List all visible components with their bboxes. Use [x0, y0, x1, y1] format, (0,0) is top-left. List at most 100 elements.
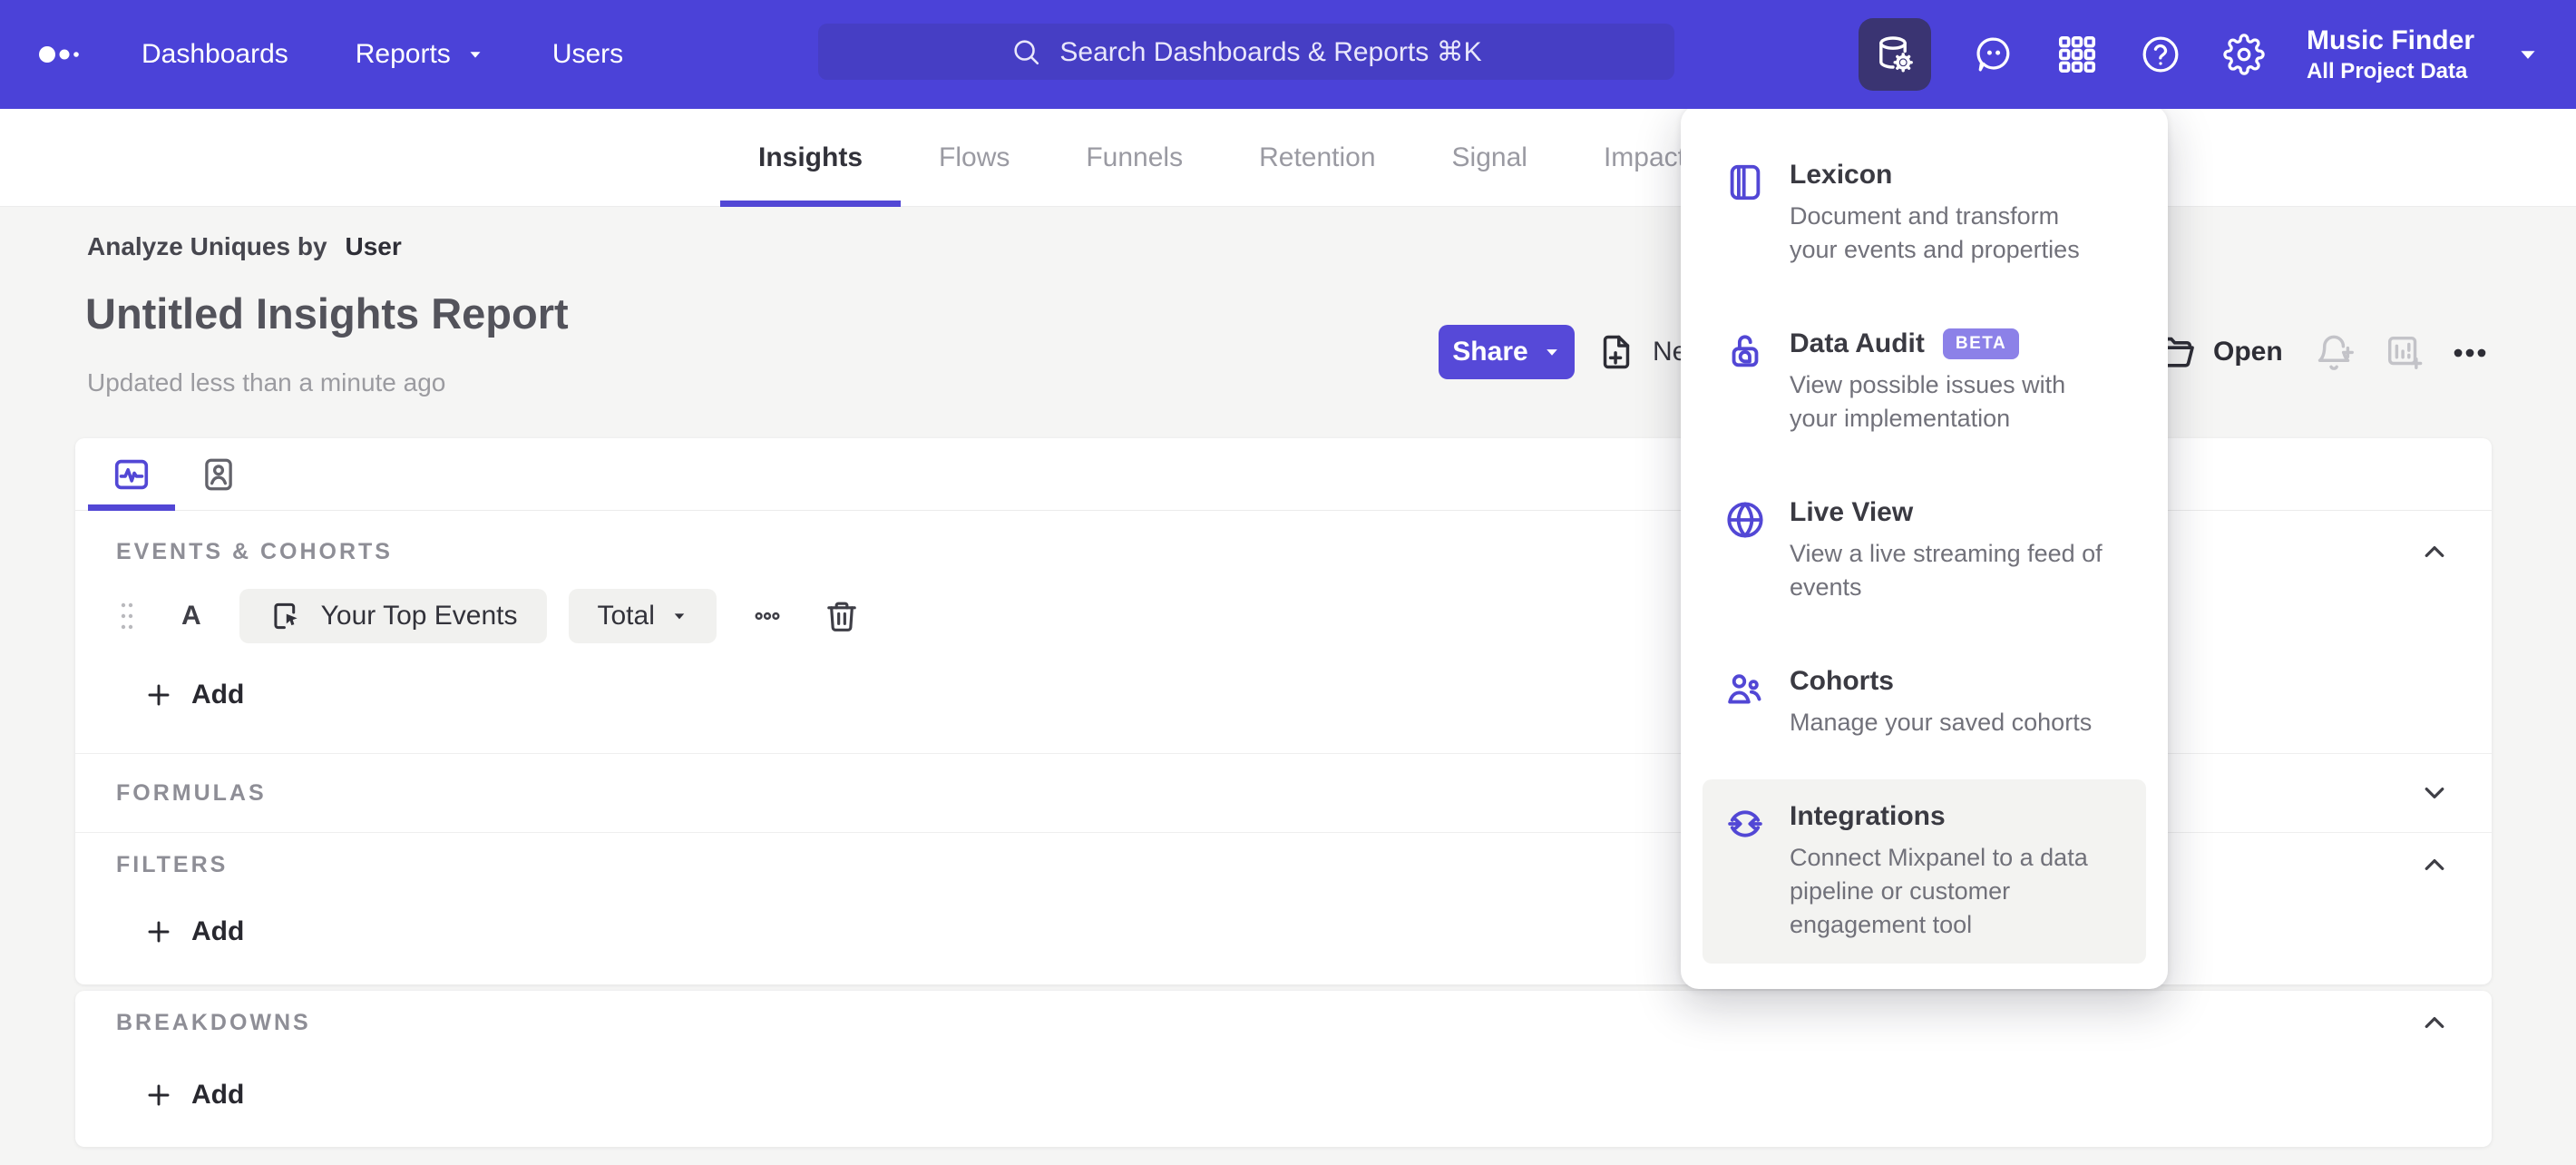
new-document-icon — [1603, 335, 1630, 369]
menu-item-title: Data Audit — [1790, 328, 1925, 358]
menu-item-title: Cohorts — [1790, 666, 1894, 696]
beta-badge: BETA — [1942, 328, 2020, 359]
share-button[interactable]: Share — [1439, 325, 1575, 379]
tab-events-view[interactable] — [88, 438, 175, 511]
project-selector[interactable]: Music Finder All Project Data — [2307, 24, 2474, 85]
chevron-up-icon — [2425, 1017, 2444, 1028]
analyze-entity-selector[interactable]: User — [346, 232, 402, 260]
project-scope: All Project Data — [2306, 58, 2468, 83]
metric-selector[interactable]: Total — [568, 589, 717, 643]
event-selector-label: Your Top Events — [320, 601, 518, 631]
menu-item-lexicon[interactable]: Lexicon Document and transform your even… — [1703, 138, 2146, 289]
lexicon-book-icon — [1730, 164, 1761, 201]
menu-item-desc: View possible issues with your implement… — [1790, 371, 2066, 432]
add-event-label: Add — [191, 680, 245, 710]
chevron-up-icon — [2425, 546, 2444, 557]
updated-timestamp: Updated less than a minute ago — [87, 368, 446, 396]
nav-right-cluster: Music Finder All Project Data — [1858, 0, 2540, 109]
analyze-uniques-row: Analyze Uniques by User — [87, 232, 402, 261]
breakdowns-section-label: BREAKDOWNS — [116, 1009, 311, 1035]
menu-item-text: Lexicon Document and transform your even… — [1790, 160, 2107, 267]
add-breakdown-button[interactable]: Add — [144, 1076, 2492, 1114]
tab-funnels[interactable]: Funnels — [1048, 109, 1221, 207]
menu-item-title: Lexicon — [1790, 160, 1893, 190]
collapse-filters-button[interactable] — [2418, 851, 2451, 878]
share-label: Share — [1452, 337, 1528, 367]
chevron-up-icon — [2425, 859, 2444, 870]
analyze-prefix: Analyze Uniques by — [87, 232, 327, 260]
bell-plus-icon — [2317, 335, 2354, 370]
ellipsis-icon — [2454, 348, 2486, 357]
menu-item-desc: Manage your saved cohorts — [1790, 709, 2093, 736]
help-button[interactable] — [2140, 34, 2181, 75]
open-label: Open — [2213, 337, 2283, 367]
metric-selector-label: Total — [597, 601, 655, 631]
menu-item-text: Cohorts Manage your saved cohorts — [1790, 666, 2092, 739]
tab-flows[interactable]: Flows — [901, 109, 1048, 207]
tab-insights[interactable]: Insights — [720, 109, 902, 207]
data-management-button[interactable] — [1858, 18, 1931, 91]
trash-icon — [827, 602, 856, 631]
menu-item-data-audit[interactable]: Data Audit BETA View possible issues wit… — [1703, 307, 2146, 457]
settings-button[interactable] — [2223, 34, 2265, 75]
menu-item-integrations[interactable]: Integrations Connect Mixpanel to a data … — [1703, 779, 2146, 964]
apps-grid-button[interactable] — [2056, 34, 2098, 75]
menu-item-text: Data Audit BETA View possible issues wit… — [1790, 328, 2107, 436]
menu-item-live-view[interactable]: Live View View a live streaming feed of … — [1703, 475, 2146, 626]
page-title[interactable]: Untitled Insights Report — [85, 289, 569, 338]
grid-icon — [2058, 35, 2095, 73]
ellipsis-outline-icon — [755, 612, 780, 621]
add-breakdown-label: Add — [191, 1080, 245, 1110]
breakdowns-card: BREAKDOWNS Add — [75, 991, 2492, 1147]
search-icon — [1014, 40, 1039, 65]
tab-retention[interactable]: Retention — [1221, 109, 1413, 207]
project-name: Music Finder — [2306, 25, 2474, 56]
formulas-section-label: FORMULAS — [116, 779, 267, 806]
question-circle-icon — [2142, 36, 2179, 73]
gear-icon — [2223, 34, 2265, 75]
pulse-chart-icon — [114, 459, 149, 489]
live-view-globe-icon — [1727, 502, 1763, 538]
feedback-button[interactable] — [1973, 34, 2015, 75]
report-overflow-menu-button[interactable] — [2449, 334, 2491, 372]
menu-item-desc: Connect Mixpanel to a data pipeline or c… — [1790, 844, 2088, 938]
event-click-icon — [274, 602, 298, 630]
event-row-options-button[interactable] — [747, 602, 787, 630]
plus-icon — [148, 684, 170, 706]
menu-item-cohorts[interactable]: Cohorts Manage your saved cohorts — [1703, 644, 2146, 761]
tab-signal[interactable]: Signal — [1414, 109, 1566, 207]
nav-item-label: Dashboards — [141, 39, 288, 69]
open-report-button[interactable]: Open — [2155, 325, 2283, 379]
create-alert-button[interactable] — [2315, 332, 2356, 374]
menu-item-text: Live View View a live streaming feed of … — [1790, 497, 2107, 604]
chevron-down-icon[interactable] — [2516, 43, 2540, 66]
event-selector[interactable]: Your Top Events — [239, 589, 547, 643]
collapse-breakdowns-button[interactable] — [2418, 1009, 2451, 1036]
nav-item-dashboards[interactable]: Dashboards — [141, 39, 288, 70]
menu-item-title: Live View — [1790, 497, 1914, 527]
search-input[interactable]: Search Dashboards & Reports ⌘K — [818, 24, 1674, 80]
top-nav: Dashboards Reports Users Search Dashboar… — [0, 0, 2576, 109]
breakdowns-section-header: BREAKDOWNS — [75, 1009, 2492, 1036]
tab-profiles-view[interactable] — [175, 438, 262, 510]
data-audit-lock-icon — [1732, 335, 1759, 367]
collapse-events-button[interactable] — [2418, 538, 2451, 565]
expand-formulas-button[interactable] — [2418, 779, 2451, 807]
plus-icon — [148, 1084, 170, 1106]
search-placeholder: Search Dashboards & Reports ⌘K — [1059, 36, 1482, 67]
menu-item-text: Integrations Connect Mixpanel to a data … — [1790, 801, 2107, 942]
nav-item-users[interactable]: Users — [552, 39, 623, 70]
add-filter-label: Add — [191, 916, 245, 946]
add-to-board-button[interactable] — [2384, 332, 2425, 374]
drag-handle[interactable] — [116, 598, 138, 634]
filters-section-label: FILTERS — [116, 851, 229, 877]
database-gear-icon — [1879, 36, 1913, 73]
feedback-bubble-icon — [1976, 37, 2010, 72]
chevron-down-icon — [2425, 788, 2444, 798]
series-letter: A — [181, 601, 201, 631]
delete-event-row-button[interactable] — [824, 597, 860, 635]
nav-item-label: Users — [551, 39, 624, 69]
mixpanel-logo-icon[interactable] — [38, 43, 96, 66]
nav-item-reports[interactable]: Reports — [356, 39, 485, 70]
menu-item-desc: View a live streaming feed of events — [1790, 540, 2103, 601]
